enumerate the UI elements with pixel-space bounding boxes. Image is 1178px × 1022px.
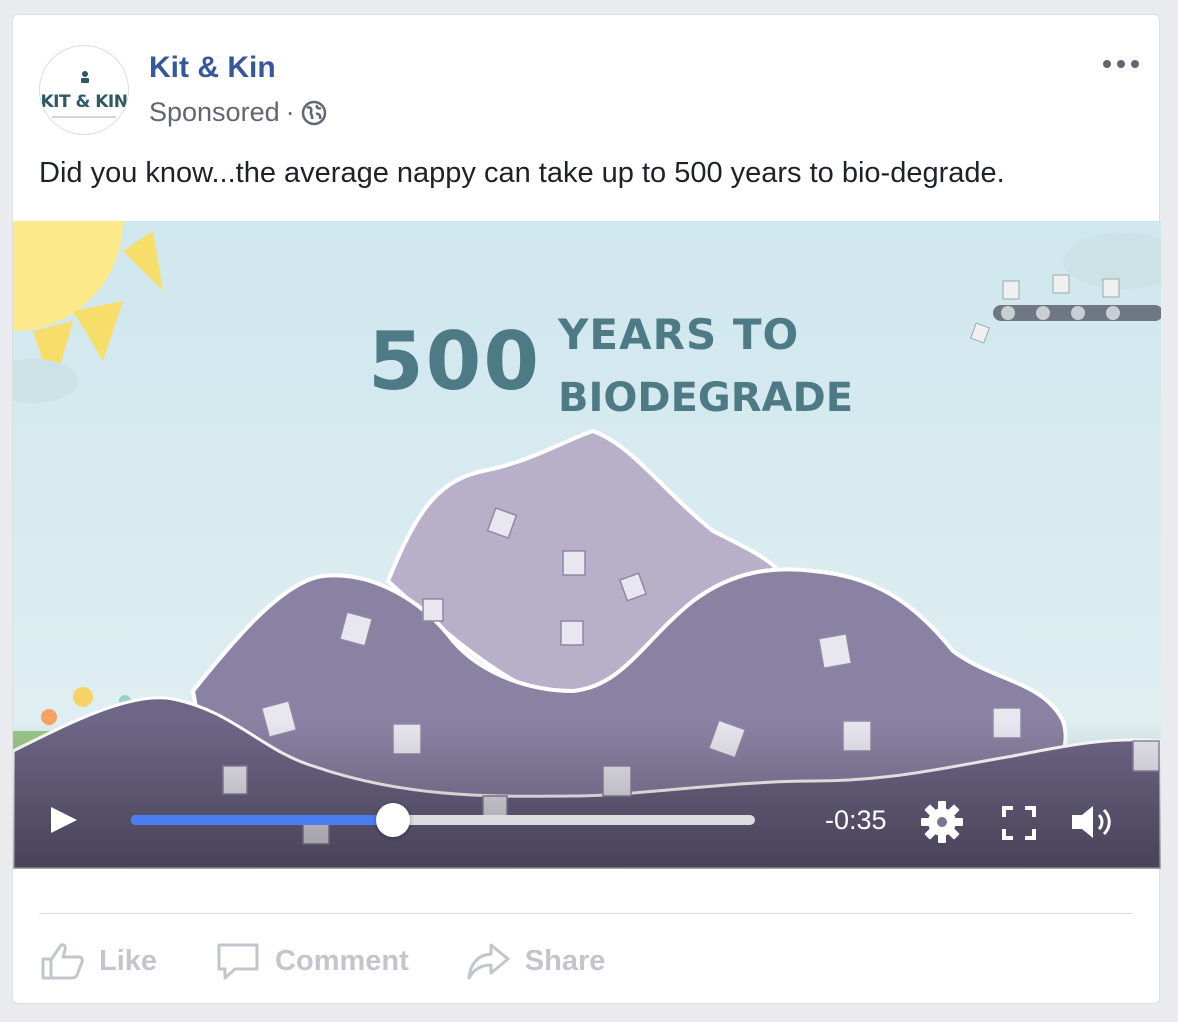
like-label: Like [99, 944, 158, 977]
post-actions: Like Comment Share [39, 933, 605, 989]
logo-underline [52, 116, 116, 118]
share-label: Share [524, 944, 606, 977]
time-remaining: -0:35 [825, 805, 887, 835]
gear-icon[interactable] [919, 799, 965, 845]
volume-icon[interactable] [1069, 803, 1119, 841]
video-frame: 500 YEARS TO BIODEGRADE [13, 221, 1161, 869]
thumbs-up-icon [41, 943, 84, 980]
meta-separator: · [285, 97, 295, 127]
sponsored-label[interactable]: Sponsored [149, 97, 280, 128]
post-text: Did you know...the average nappy can tak… [39, 157, 1005, 189]
video-player[interactable]: 500 YEARS TO BIODEGRADE -0:35 [13, 221, 1161, 869]
post-meta: Sponsored · [149, 97, 327, 128]
headline-line1: YEARS TO [557, 310, 799, 359]
fullscreen-icon[interactable] [1001, 805, 1037, 841]
actions-divider [39, 913, 1133, 914]
page-name-link[interactable]: Kit & Kin [149, 51, 276, 85]
headline-line2: BIODEGRADE [558, 375, 853, 421]
more-options-button[interactable] [1101, 51, 1141, 71]
like-button[interactable]: Like [39, 941, 157, 981]
share-icon [467, 943, 510, 980]
progress-fill [131, 815, 394, 825]
globe-icon[interactable] [301, 100, 327, 126]
page-avatar[interactable]: KIT & KIN [39, 45, 129, 135]
comment-button[interactable]: Comment [215, 941, 409, 981]
play-icon[interactable] [47, 803, 81, 837]
more-options-icon [1103, 60, 1139, 68]
share-button[interactable]: Share [465, 941, 606, 981]
headline-number: 500 [368, 315, 541, 408]
comment-label: Comment [275, 944, 409, 977]
comment-icon [217, 943, 259, 980]
video-progress-bar[interactable] [131, 803, 755, 837]
logo-mark-icon [81, 71, 89, 83]
logo-text: KIT & KIN [40, 92, 128, 112]
sponsored-post-card: KIT & KIN Kit & Kin Sponsored · Did you … [12, 14, 1161, 1004]
progress-thumb[interactable] [376, 803, 411, 837]
